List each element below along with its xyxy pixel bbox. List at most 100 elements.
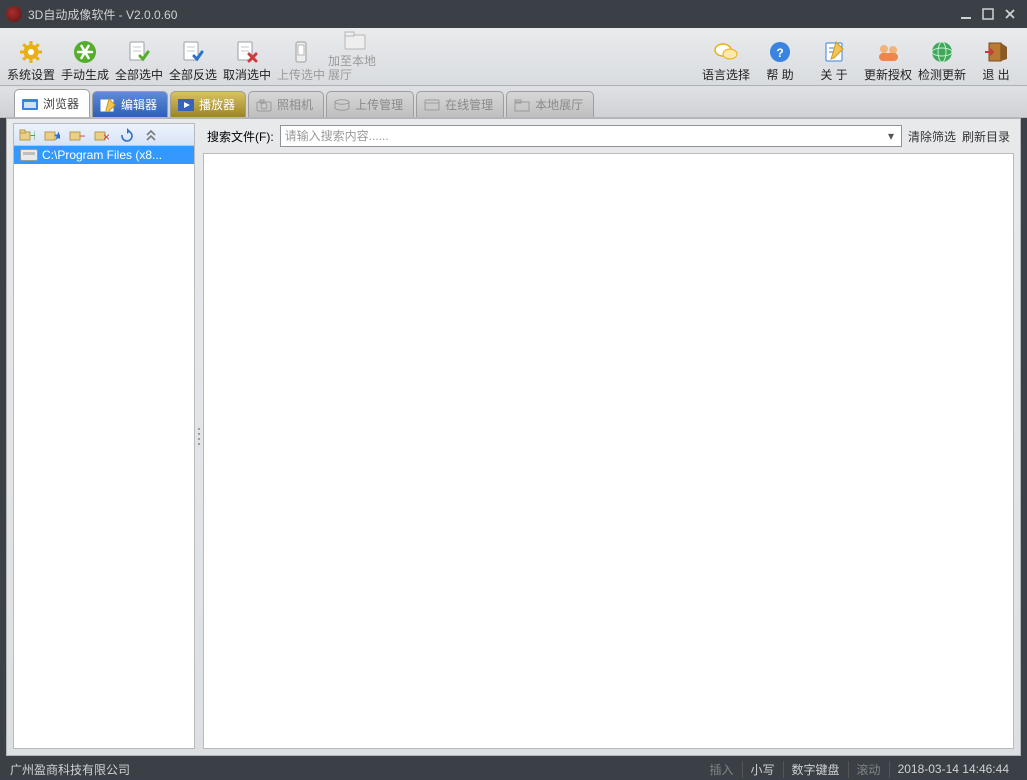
tab-upload-mgr-icon (333, 97, 351, 113)
clear-filter-button[interactable]: 清除筛选 (908, 128, 956, 145)
tree-add-icon[interactable]: ＋ (16, 126, 38, 144)
tab-upload-mgr-label: 上传管理 (355, 96, 403, 113)
door-icon (983, 36, 1009, 68)
tab-editor-icon (99, 97, 117, 113)
tab-local-gallery: 本地展厅 (506, 91, 594, 117)
folder-tree[interactable]: C:\Program Files (x8... (14, 146, 194, 748)
exit-button[interactable]: 退 出 (969, 28, 1023, 85)
globe-icon (929, 36, 955, 68)
search-dropdown-icon[interactable]: ▾ (883, 128, 899, 144)
deselect-label: 取消选中 (223, 68, 271, 82)
about-button[interactable]: 关 于 (807, 28, 861, 85)
manual-gen-label: 手动生成 (61, 68, 109, 82)
main-toolbar: 系统设置手动生成全部选中全部反选取消选中上传选中加至本地展厅 语言选择? 帮 助 关… (0, 28, 1027, 86)
splitter[interactable] (197, 123, 201, 749)
search-box: ▾ (280, 125, 902, 147)
tab-editor[interactable]: 编辑器 (92, 91, 168, 117)
doccheck-icon (180, 36, 206, 68)
folder-mini-toolbar: ＋ ★ − × (14, 124, 194, 146)
invert-select-label: 全部反选 (169, 68, 217, 82)
chat-icon (713, 36, 739, 68)
relicense-label: 更新授权 (864, 68, 912, 82)
about-label: 关 于 (820, 68, 847, 82)
asterisk-icon (72, 36, 98, 68)
tab-camera: 照相机 (248, 91, 324, 117)
tab-camera-icon (255, 97, 273, 113)
status-datetime: 2018-03-14 14:46:44 (890, 762, 1017, 776)
tab-online-mgr: 在线管理 (416, 91, 504, 117)
search-input[interactable] (281, 126, 883, 146)
maximize-button[interactable] (977, 4, 999, 24)
company-label: 广州盈商科技有限公司 (10, 761, 130, 778)
status-numlock: 数字键盘 (784, 761, 849, 778)
settings-button[interactable]: 系统设置 (4, 28, 58, 85)
language-button[interactable]: 语言选择 (699, 28, 753, 85)
relicense-button[interactable]: 更新授权 (861, 28, 915, 85)
tab-player-label: 播放器 (199, 96, 235, 113)
settings-label: 系统设置 (7, 68, 55, 82)
file-pane: 搜索文件(F): ▾ 清除筛选 刷新目录 (203, 123, 1014, 749)
language-label: 语言选择 (702, 68, 750, 82)
tab-online-mgr-label: 在线管理 (445, 96, 493, 113)
svg-text:＋: ＋ (29, 129, 35, 142)
gear-icon (18, 36, 44, 68)
close-button[interactable] (999, 4, 1021, 24)
content-area: ＋ ★ − × C:\Program Files (x8... 搜索文件(F):… (6, 118, 1021, 756)
tab-online-mgr-icon (423, 97, 441, 113)
select-all-button[interactable]: 全部选中 (112, 28, 166, 85)
status-case: 小写 (743, 761, 784, 778)
tree-collapse-icon[interactable] (141, 126, 163, 144)
invert-select-button[interactable]: 全部反选 (166, 28, 220, 85)
tree-favorite-icon[interactable]: ★ (41, 126, 63, 144)
folder-path-label: C:\Program Files (x8... (42, 148, 162, 162)
tree-delete-icon[interactable]: × (91, 126, 113, 144)
folder-pane: ＋ ★ − × C:\Program Files (x8... (13, 123, 195, 749)
deselect-button[interactable]: 取消选中 (220, 28, 274, 85)
tab-local-gallery-label: 本地展厅 (535, 96, 583, 113)
tab-camera-label: 照相机 (277, 96, 313, 113)
tab-browser-label: 浏览器 (43, 95, 79, 112)
tab-browser[interactable]: 浏览器 (14, 89, 90, 117)
status-scroll: 滚动 (849, 761, 890, 778)
help-button[interactable]: ? 帮 助 (753, 28, 807, 85)
tab-browser-icon (21, 96, 39, 112)
drive-icon (20, 149, 38, 161)
add-local-label: 加至本地展厅 (328, 54, 382, 82)
file-list[interactable] (203, 153, 1014, 749)
upload-sel-button: 上传选中 (274, 28, 328, 85)
status-insert: 插入 (702, 761, 743, 778)
svg-text:★: ★ (53, 129, 60, 142)
people-icon (875, 36, 901, 68)
localgallery-icon (342, 28, 368, 54)
tree-refresh-icon[interactable] (116, 126, 138, 144)
help-icon: ? (767, 36, 793, 68)
search-row: 搜索文件(F): ▾ 清除筛选 刷新目录 (203, 123, 1014, 149)
refresh-dir-button[interactable]: 刷新目录 (962, 128, 1010, 145)
doccheck-icon (126, 36, 152, 68)
minimize-button[interactable] (955, 4, 977, 24)
select-all-label: 全部选中 (115, 68, 163, 82)
phone-icon (288, 36, 314, 68)
status-bar: 广州盈商科技有限公司 插入 小写 数字键盘 滚动 2018-03-14 14:4… (0, 758, 1027, 780)
tab-bar: 浏览器 编辑器 播放器 照相机 上传管理 在线管理 本地展厅 (0, 86, 1027, 118)
check-update-button[interactable]: 检测更新 (915, 28, 969, 85)
tab-upload-mgr: 上传管理 (326, 91, 414, 117)
title-bar: 3D自动成像软件 - V2.0.0.60 (0, 0, 1027, 28)
note-icon (821, 36, 847, 68)
manual-gen-button[interactable]: 手动生成 (58, 28, 112, 85)
tab-player-icon (177, 97, 195, 113)
check-update-label: 检测更新 (918, 68, 966, 82)
exit-label: 退 出 (982, 68, 1009, 82)
svg-text:?: ? (776, 46, 783, 60)
tree-remove-icon[interactable]: − (66, 126, 88, 144)
folder-tree-item-selected[interactable]: C:\Program Files (x8... (14, 146, 194, 164)
svg-text:−: − (79, 129, 85, 142)
add-local-button: 加至本地展厅 (328, 28, 382, 85)
app-icon (6, 6, 22, 22)
tab-player[interactable]: 播放器 (170, 91, 246, 117)
search-label: 搜索文件(F): (207, 128, 274, 145)
svg-text:×: × (103, 130, 110, 142)
tab-editor-label: 编辑器 (121, 96, 157, 113)
help-label: 帮 助 (766, 68, 793, 82)
upload-sel-label: 上传选中 (277, 68, 325, 82)
